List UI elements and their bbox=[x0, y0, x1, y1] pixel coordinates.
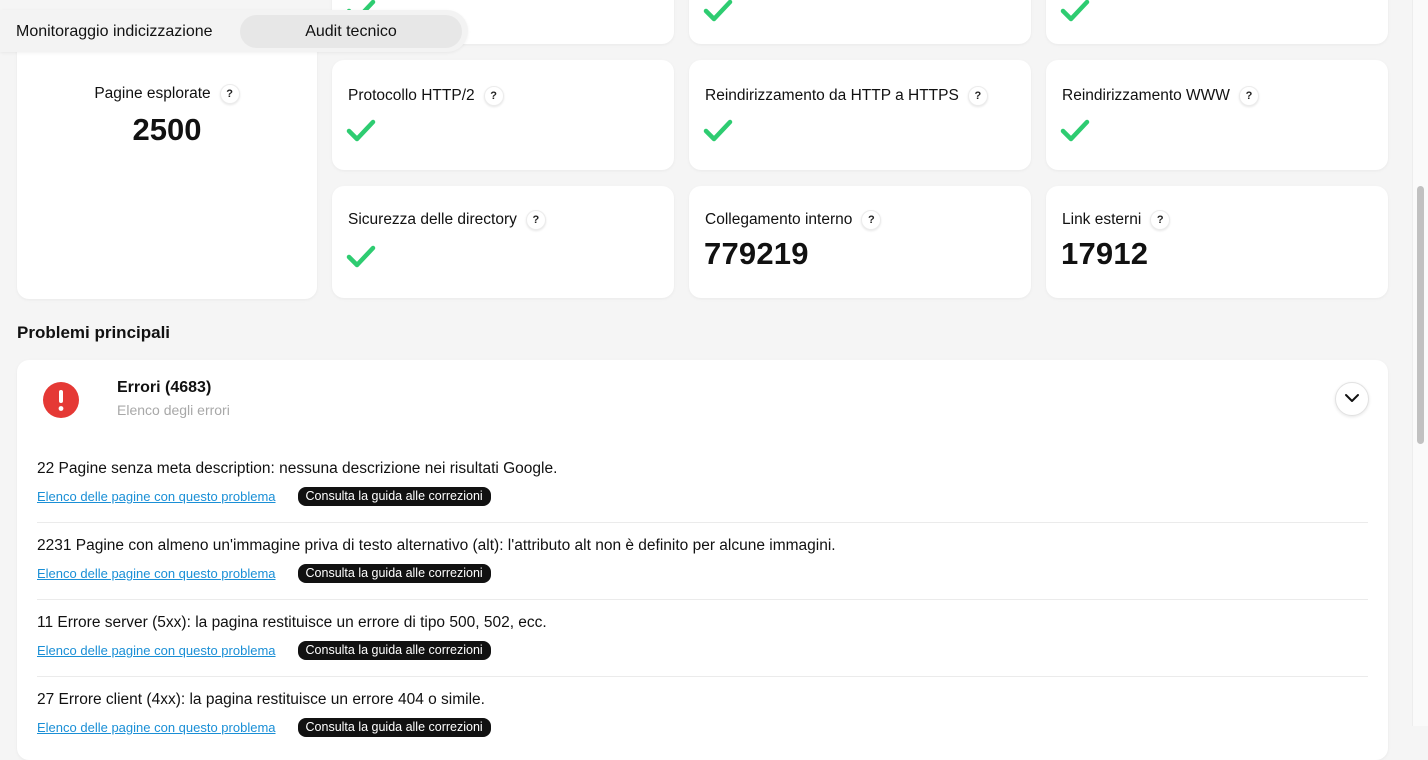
fix-guide-button[interactable]: Consulta la guida alle correzioni bbox=[297, 641, 491, 660]
internal-links-card: Collegamento interno ? 779219 bbox=[689, 186, 1031, 298]
issue-item: 27 Errore client (4xx): la pagina restit… bbox=[37, 691, 1368, 737]
external-links-card: Link esterni ? 17912 bbox=[1046, 186, 1388, 298]
issue-item: 11 Errore server (5xx): la pagina restit… bbox=[37, 614, 1368, 660]
internal-links-title-row: Collegamento interno ? bbox=[705, 210, 882, 230]
help-icon[interactable]: ? bbox=[483, 86, 504, 106]
error-alert-icon bbox=[43, 382, 79, 418]
https-redirect-card: Reindirizzamento da HTTP a HTTPS ? bbox=[689, 60, 1031, 170]
tab-indexing-monitoring[interactable]: Monitoraggio indicizzazione bbox=[16, 15, 213, 48]
check-icon bbox=[703, 0, 733, 24]
https-redirect-title: Reindirizzamento da HTTP a HTTPS bbox=[705, 87, 959, 104]
pages-explored-value: 2500 bbox=[132, 112, 202, 147]
issue-text: 2231 Pagine con almeno un'immagine priva… bbox=[37, 537, 836, 554]
http2-title-row: Protocollo HTTP/2 ? bbox=[348, 86, 504, 106]
affected-pages-link[interactable]: Elenco delle pagine con questo problema bbox=[37, 566, 276, 581]
fix-guide-button[interactable]: Consulta la guida alle correzioni bbox=[297, 718, 491, 737]
help-icon[interactable]: ? bbox=[219, 84, 240, 104]
check-icon bbox=[346, 118, 376, 144]
scrollbar-thumb[interactable] bbox=[1417, 186, 1424, 444]
issue-text: 11 Errore server (5xx): la pagina restit… bbox=[37, 614, 547, 631]
collapse-button[interactable] bbox=[1335, 382, 1369, 416]
fix-guide-button[interactable]: Consulta la guida alle correzioni bbox=[297, 564, 491, 583]
directory-security-title: Sicurezza delle directory bbox=[348, 211, 517, 228]
affected-pages-link[interactable]: Elenco delle pagine con questo problema bbox=[37, 720, 276, 735]
affected-pages-link[interactable]: Elenco delle pagine con questo problema bbox=[37, 643, 276, 658]
section-title: Problemi principali bbox=[17, 323, 171, 342]
tab-technical-audit[interactable]: Audit tecnico bbox=[240, 15, 462, 48]
pages-explored-title-row: Pagine esplorate ? bbox=[17, 84, 317, 104]
www-redirect-title: Reindirizzamento WWW bbox=[1062, 87, 1230, 104]
check-icon bbox=[1060, 0, 1090, 24]
check-icon bbox=[346, 244, 376, 270]
pages-explored-card: Pagine esplorate ? 2500 bbox=[17, 30, 317, 299]
errors-heading: Errori (4683) bbox=[117, 379, 212, 396]
help-icon[interactable]: ? bbox=[525, 210, 546, 230]
errors-panel: Errori (4683) Elenco degli errori 22 Pag… bbox=[17, 360, 1388, 760]
issue-actions: Elenco delle pagine con questo problema … bbox=[37, 487, 1368, 506]
divider bbox=[37, 522, 1368, 523]
affected-pages-link[interactable]: Elenco delle pagine con questo problema bbox=[37, 489, 276, 504]
external-links-value: 17912 bbox=[1061, 236, 1149, 271]
fix-guide-button[interactable]: Consulta la guida alle correzioni bbox=[297, 487, 491, 506]
issue-actions: Elenco delle pagine con questo problema … bbox=[37, 564, 1368, 583]
check-icon bbox=[1060, 118, 1090, 144]
scrollbar[interactable] bbox=[1412, 0, 1428, 726]
divider bbox=[37, 676, 1368, 677]
internal-links-value: 779219 bbox=[704, 236, 809, 271]
status-card-top-2 bbox=[689, 0, 1031, 44]
errors-subtitle: Elenco degli errori bbox=[117, 402, 230, 418]
help-icon[interactable]: ? bbox=[861, 210, 882, 230]
help-icon[interactable]: ? bbox=[1150, 210, 1171, 230]
help-icon[interactable]: ? bbox=[1238, 86, 1259, 106]
issue-item: 22 Pagine senza meta description: nessun… bbox=[37, 460, 1368, 506]
external-links-title: Link esterni bbox=[1062, 211, 1142, 228]
http2-title: Protocollo HTTP/2 bbox=[348, 87, 475, 104]
status-card-top-3 bbox=[1046, 0, 1388, 44]
www-redirect-title-row: Reindirizzamento WWW ? bbox=[1062, 86, 1259, 106]
pages-explored-title: Pagine esplorate bbox=[94, 85, 211, 102]
external-links-title-row: Link esterni ? bbox=[1062, 210, 1171, 230]
www-redirect-card: Reindirizzamento WWW ? bbox=[1046, 60, 1388, 170]
help-icon[interactable]: ? bbox=[967, 86, 988, 106]
issue-actions: Elenco delle pagine con questo problema … bbox=[37, 641, 1368, 660]
chevron-down-icon bbox=[1344, 390, 1360, 408]
issue-text: 22 Pagine senza meta description: nessun… bbox=[37, 460, 558, 477]
issue-item: 2231 Pagine con almeno un'immagine priva… bbox=[37, 537, 1368, 583]
check-icon bbox=[703, 118, 733, 144]
directory-security-card: Sicurezza delle directory ? bbox=[332, 186, 674, 298]
internal-links-title: Collegamento interno bbox=[705, 211, 853, 228]
issue-text: 27 Errore client (4xx): la pagina restit… bbox=[37, 691, 485, 708]
directory-security-title-row: Sicurezza delle directory ? bbox=[348, 210, 546, 230]
issue-actions: Elenco delle pagine con questo problema … bbox=[37, 718, 1368, 737]
view-tabs: Monitoraggio indicizzazione Audit tecnic… bbox=[0, 10, 468, 52]
divider bbox=[37, 599, 1368, 600]
http2-card: Protocollo HTTP/2 ? bbox=[332, 60, 674, 170]
https-redirect-title-row: Reindirizzamento da HTTP a HTTPS ? bbox=[705, 86, 988, 106]
